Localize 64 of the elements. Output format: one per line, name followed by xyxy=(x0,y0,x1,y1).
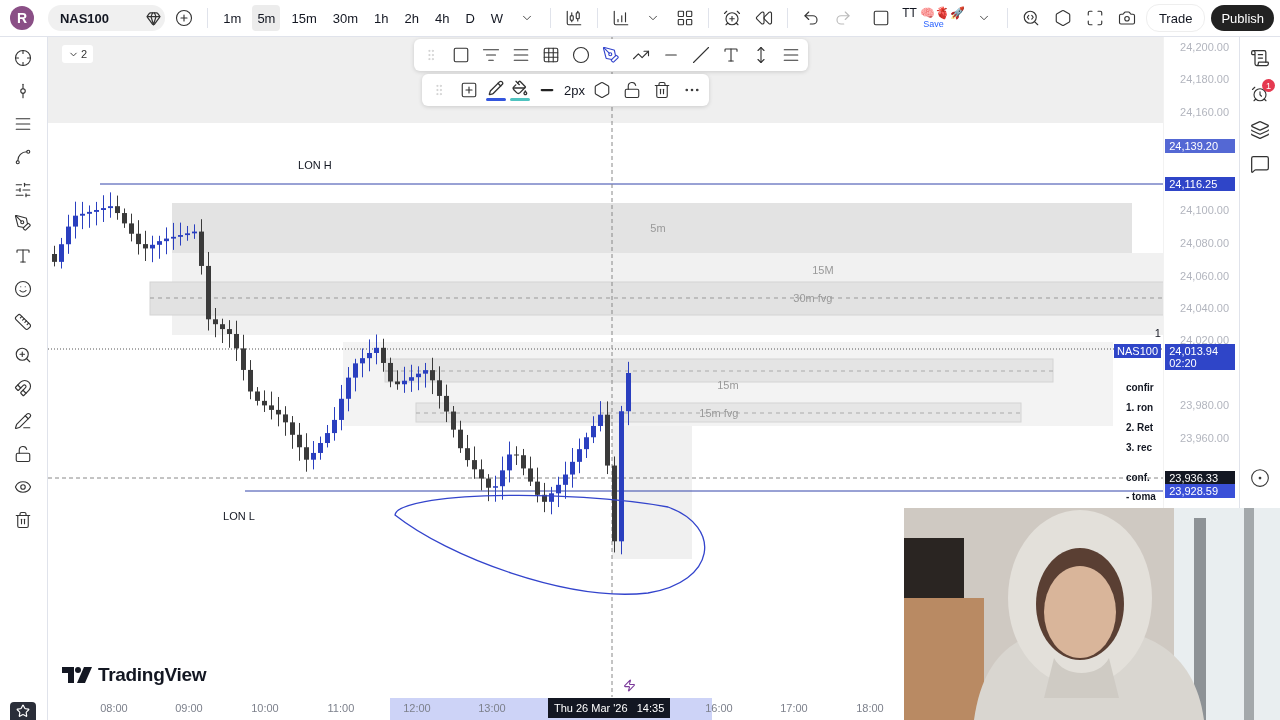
alert-count: 1 xyxy=(1262,79,1275,92)
chart-label: 15m fvg xyxy=(699,407,739,419)
line-width-button[interactable]: 2px xyxy=(563,82,585,98)
price-badge: 24,139.20 xyxy=(1165,139,1236,153)
note-text: 1. ron xyxy=(1125,402,1154,413)
price-tick: 24,100.00 xyxy=(1180,204,1230,216)
chart-label: 15m xyxy=(717,379,739,391)
price-tick: 23,960.00 xyxy=(1180,432,1230,444)
logo-icon xyxy=(61,667,92,683)
timeframe-tab[interactable]: W xyxy=(485,5,509,31)
price-tick: 24,040.00 xyxy=(1180,302,1230,314)
price-badge: 24,116.25 xyxy=(1165,177,1236,191)
price-tick: 24,060.00 xyxy=(1180,270,1230,282)
price-badge: 23,928.59 xyxy=(1165,484,1236,498)
price-tick: 24,200.00 xyxy=(1180,41,1230,53)
time-tick: 13:00 xyxy=(478,702,506,714)
collapse-button[interactable]: 2 xyxy=(61,45,94,63)
note-text: 3. rec xyxy=(1125,442,1153,453)
price-tick: 23,980.00 xyxy=(1180,399,1230,411)
time-tick: 09:00 xyxy=(175,702,203,714)
timeframe-tab[interactable]: 15m xyxy=(286,5,322,31)
publish-button[interactable]: Publish xyxy=(1211,5,1275,31)
timeframe-tab[interactable]: 30m xyxy=(327,5,364,31)
trade-button[interactable]: Trade xyxy=(1145,4,1206,32)
gem-icon xyxy=(146,10,162,26)
note-text: - toma xyxy=(1125,491,1156,502)
time-tick: 10:00 xyxy=(251,702,279,714)
time-tick: 11:00 xyxy=(327,702,355,714)
favorites-button[interactable] xyxy=(10,702,37,720)
time-tick: 12:00 xyxy=(403,702,431,714)
note-text: confir xyxy=(1125,382,1154,393)
price-tick: 24,180.00 xyxy=(1180,73,1230,85)
pencil-color-button[interactable] xyxy=(485,79,506,101)
cursor-time-label: Thu 26 Mar '26 14:35 xyxy=(547,698,671,718)
chart-label: 15M xyxy=(812,264,834,276)
alarm-icon[interactable] xyxy=(1251,85,1269,103)
price-tick: 24,020.00 xyxy=(1180,334,1230,346)
layout-name[interactable]: TT 🧠🫀🚀 Save xyxy=(902,7,965,29)
symbol-tag: NAS100 xyxy=(1114,344,1162,358)
chart-label: 1 xyxy=(1154,327,1161,339)
time-tick: 18:00 xyxy=(856,702,884,714)
chart-label: LON H xyxy=(298,159,332,171)
price-badge: 24,013.94 02:20 xyxy=(1165,344,1236,370)
time-tick: 17:00 xyxy=(780,702,808,714)
price-tick: 24,160.00 xyxy=(1180,106,1230,118)
timeframe-tab[interactable]: 1h xyxy=(369,5,394,31)
chart-label: LON L xyxy=(223,510,255,522)
chart-label: 5m xyxy=(650,222,666,234)
user-avatar[interactable]: R xyxy=(10,6,34,30)
tradingview-logo: TradingView xyxy=(61,664,207,686)
price-badge: 23,936.33 xyxy=(1165,471,1236,485)
price-tick: 24,080.00 xyxy=(1180,237,1230,249)
timeframe-tab[interactable]: 4h xyxy=(430,5,455,31)
time-tick: 08:00 xyxy=(100,702,128,714)
timeframe-tab[interactable]: D xyxy=(460,5,480,31)
chart-label: 30m fvg xyxy=(793,292,833,304)
note-text: 2. Ret xyxy=(1125,422,1154,433)
fill-color-button[interactable] xyxy=(509,79,530,101)
timeframe-tab[interactable]: 1m xyxy=(218,5,247,31)
timeframe-tab[interactable]: 5m xyxy=(252,5,281,31)
timeframe-tab[interactable]: 2h xyxy=(399,5,424,31)
time-tick: 16:00 xyxy=(705,702,733,714)
note-text: conf. xyxy=(1125,472,1150,483)
symbol-search[interactable]: NAS100 xyxy=(47,5,166,31)
